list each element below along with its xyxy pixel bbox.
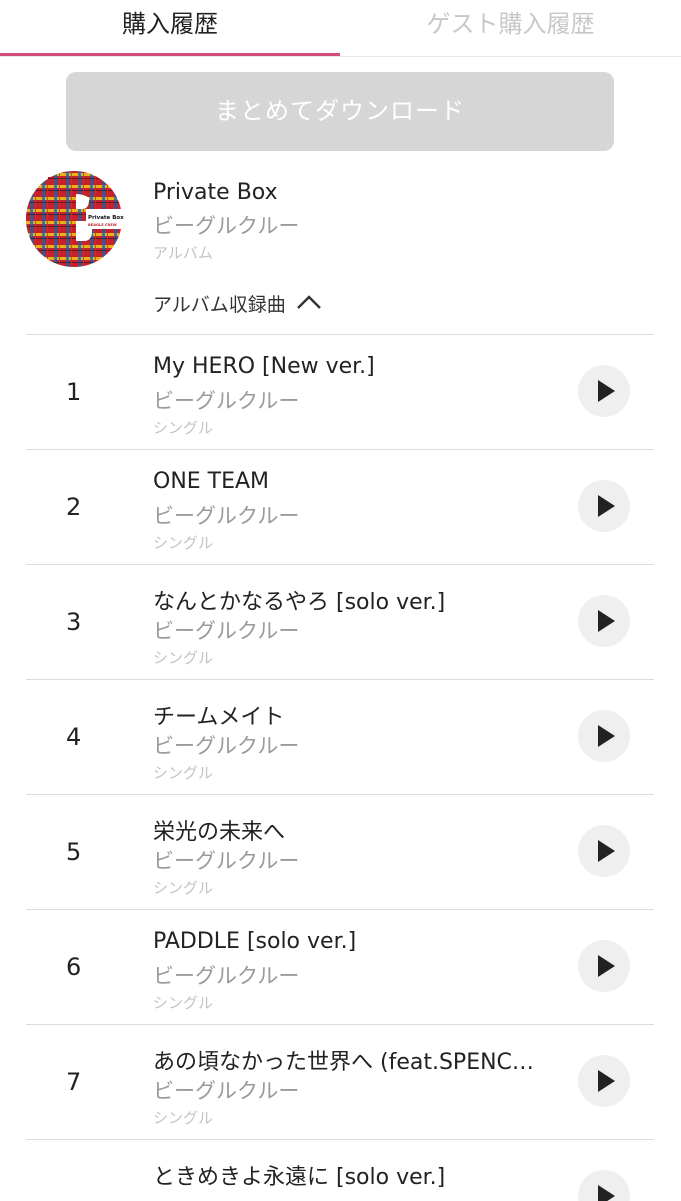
album-artist: ビーグルクルー	[153, 214, 300, 238]
track-number: 5	[66, 838, 82, 866]
track-number: 6	[66, 953, 82, 981]
track-type: シングル	[153, 879, 214, 897]
track-title: ONE TEAM	[153, 469, 270, 494]
play-icon	[598, 725, 615, 747]
album-art-subtext: BEAGLE CREW	[88, 223, 117, 227]
album-artwork[interactable]: Private Box BEAGLE CREW	[25, 169, 126, 269]
play-button[interactable]	[578, 825, 630, 877]
track-row[interactable]: 6 PADDLE [solo ver.] ビーグルクルー シングル	[26, 909, 654, 1024]
track-artist: ビーグルクルー	[153, 849, 300, 873]
play-icon	[598, 840, 615, 862]
play-button[interactable]	[578, 940, 630, 992]
download-all-button[interactable]: まとめてダウンロード	[66, 72, 614, 151]
track-row[interactable]: 3 なんとかなるやろ [solo ver.] ビーグルクルー シングル	[26, 564, 654, 679]
play-icon	[598, 1070, 615, 1092]
track-row[interactable]: 2 ONE TEAM ビーグルクルー シングル	[26, 449, 654, 564]
play-button[interactable]	[578, 595, 630, 647]
track-number: 1	[66, 378, 82, 406]
track-type: シングル	[153, 649, 214, 667]
track-number: 3	[66, 608, 82, 636]
track-title: My HERO [New ver.]	[153, 354, 375, 379]
chevron-up-icon	[296, 289, 322, 319]
album-art-text: Private Box	[88, 215, 124, 221]
play-icon	[598, 1185, 615, 1201]
play-button[interactable]	[578, 480, 630, 532]
album-title: Private Box	[153, 180, 278, 205]
track-row[interactable]: 4 チームメイト ビーグルクルー シングル	[26, 679, 654, 794]
track-type: シングル	[153, 994, 214, 1012]
track-row[interactable]: ときめきよ永遠に [solo ver.]	[26, 1139, 654, 1201]
track-row[interactable]: 5 栄光の未来へ ビーグルクルー シングル	[26, 794, 654, 909]
play-icon	[598, 610, 615, 632]
play-button[interactable]	[578, 1055, 630, 1107]
tab-purchase-history[interactable]: 購入履歴	[0, 0, 340, 56]
track-title: なんとかなるやろ [solo ver.]	[153, 590, 446, 615]
tab-guest-purchase-history[interactable]: ゲスト購入履歴	[340, 0, 681, 56]
play-button[interactable]	[578, 710, 630, 762]
track-number: 4	[66, 723, 82, 751]
track-type: シングル	[153, 534, 214, 552]
track-title: PADDLE [solo ver.]	[153, 929, 357, 954]
track-artist: ビーグルクルー	[153, 504, 300, 528]
track-artist: ビーグルクルー	[153, 734, 300, 758]
play-button[interactable]	[578, 365, 630, 417]
track-row[interactable]: 1 My HERO [New ver.] ビーグルクルー シングル	[26, 334, 654, 449]
track-type: シングル	[153, 419, 214, 437]
track-title: あの頃なかった世界へ (feat.SPENC…	[153, 1050, 534, 1075]
play-icon	[598, 955, 615, 977]
play-icon	[598, 495, 615, 517]
track-row[interactable]: 7 あの頃なかった世界へ (feat.SPENC… ビーグルクルー シングル	[26, 1024, 654, 1139]
tracklist-toggle[interactable]: アルバム収録曲	[153, 290, 322, 320]
tracklist-label: アルバム収録曲	[153, 294, 286, 316]
album-type: アルバム	[153, 244, 213, 262]
track-title: 栄光の未来へ	[153, 820, 286, 845]
track-type: シングル	[153, 764, 214, 782]
track-title: ときめきよ永遠に [solo ver.]	[153, 1165, 446, 1190]
track-artist: ビーグルクルー	[153, 389, 300, 413]
track-artist: ビーグルクルー	[153, 964, 300, 988]
track-number: 7	[66, 1068, 82, 1096]
track-artist: ビーグルクルー	[153, 1079, 300, 1103]
track-number: 2	[66, 493, 82, 521]
play-icon	[598, 380, 615, 402]
play-button[interactable]	[578, 1170, 630, 1201]
tab-bar: 購入履歴 ゲスト購入履歴	[0, 0, 681, 57]
track-artist: ビーグルクルー	[153, 619, 300, 643]
track-title: チームメイト	[153, 705, 285, 730]
active-tab-indicator	[0, 53, 340, 56]
track-type: シングル	[153, 1109, 214, 1127]
